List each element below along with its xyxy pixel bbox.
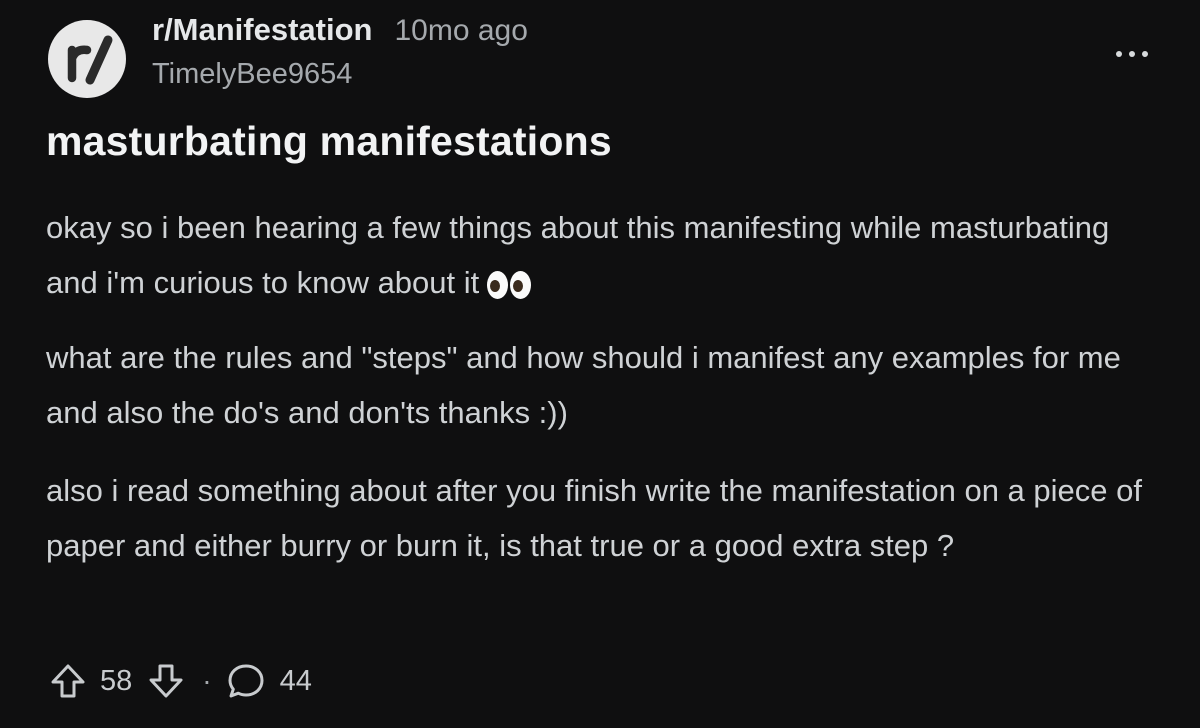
subreddit-logo-icon xyxy=(67,35,113,85)
post-timestamp: 10mo ago xyxy=(394,14,528,47)
comment-count: 44 xyxy=(279,664,312,697)
eye-right xyxy=(510,271,532,299)
paragraph-text: okay so i been hearing a few things abou… xyxy=(46,210,1110,300)
author-username[interactable]: TimelyBee9654 xyxy=(152,58,352,91)
upvote-count: 58 xyxy=(100,664,133,697)
post-card: r/Manifestation 10mo ago TimelyBee9654 m… xyxy=(0,0,1200,728)
upvote-arrow-icon[interactable] xyxy=(46,659,90,703)
post-meta: r/Manifestation 10mo ago xyxy=(152,12,528,48)
post-body-paragraph: also i read something about after you fi… xyxy=(46,473,1142,563)
eye-left xyxy=(487,271,509,299)
more-options-dot xyxy=(1142,51,1148,57)
post-actions-bar: 58 · 44 xyxy=(46,656,312,706)
post-body-paragraph: what are the rules and "steps" and how s… xyxy=(46,340,1121,430)
more-options-icon xyxy=(1116,51,1122,57)
separator-dot: · xyxy=(202,665,212,696)
more-options-dot xyxy=(1129,51,1135,57)
comment-bubble-icon[interactable] xyxy=(224,659,268,703)
eyes-emoji-icon xyxy=(487,271,532,299)
post-title: masturbating manifestations xyxy=(46,118,612,164)
more-options-button[interactable] xyxy=(1108,40,1156,68)
downvote-arrow-icon[interactable] xyxy=(144,659,188,703)
subreddit-avatar[interactable] xyxy=(48,20,126,98)
subreddit-name[interactable]: r/Manifestation xyxy=(152,12,372,48)
post-body-paragraph: okay so i been hearing a few things abou… xyxy=(46,200,1156,310)
